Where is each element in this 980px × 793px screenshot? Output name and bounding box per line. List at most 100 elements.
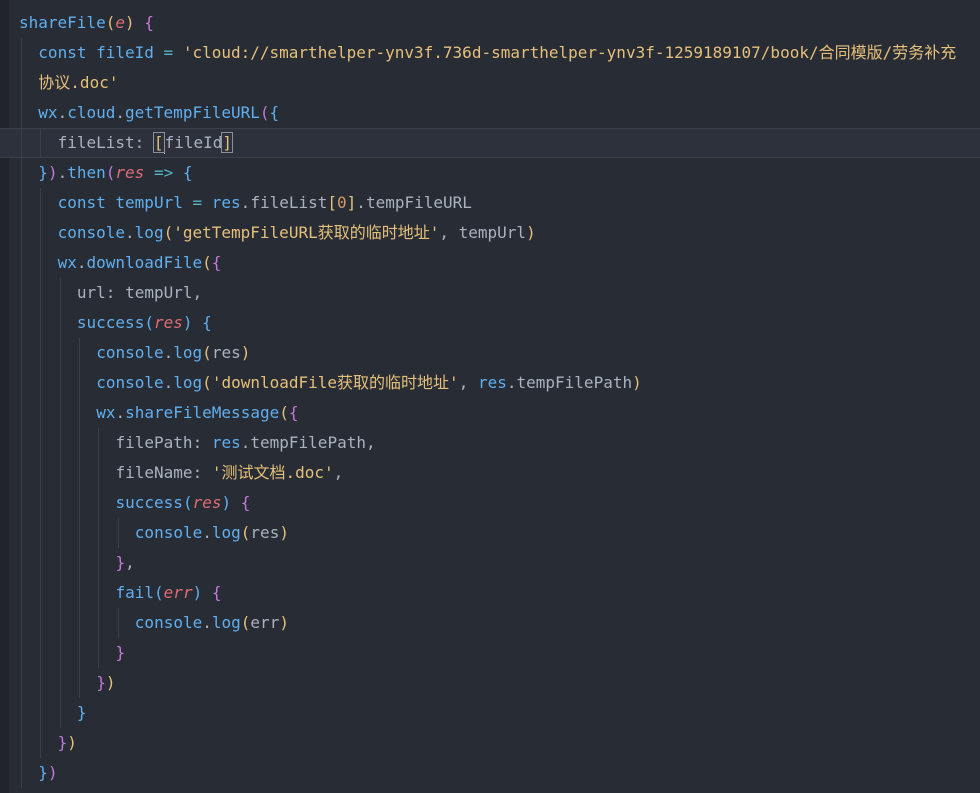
code-line[interactable]: } [0, 698, 980, 728]
code-line-content: } [77, 698, 87, 728]
indent-guide [59, 488, 61, 518]
code-token: ( [105, 163, 116, 182]
indent-guide [21, 488, 22, 518]
code-line[interactable]: fail(err) { [0, 578, 980, 608]
indent-guide [21, 68, 22, 98]
code-token: ( [202, 343, 212, 362]
indent-guide [21, 98, 22, 128]
code-token: console [134, 613, 203, 632]
indent-guide [21, 218, 22, 248]
code-line[interactable]: }) [0, 758, 980, 788]
code-line[interactable]: console.log(res) [0, 338, 980, 368]
code-token: res [192, 493, 222, 512]
indent-guide [117, 608, 119, 638]
code-token: log [173, 343, 203, 362]
indent-guide [78, 608, 80, 638]
code-line-content: }) [96, 668, 115, 698]
code-line[interactable]: }) [0, 728, 980, 758]
indent-guide [40, 608, 42, 638]
code-token: fileList [250, 193, 328, 212]
code-token: ( [154, 583, 164, 602]
code-token: ] [346, 193, 357, 212]
code-token: ( [240, 523, 251, 542]
indent-guide [21, 338, 22, 368]
indent-guide [40, 488, 42, 518]
code-line-content: filePath: res.tempFilePath, [116, 428, 376, 458]
code-line[interactable]: wx.shareFileMessage({ [0, 398, 980, 428]
code-token: ) [182, 313, 193, 332]
code-line-content: fileName: '测试文档.doc', [116, 458, 344, 488]
indent-guide [40, 278, 42, 308]
code-line[interactable]: }, [0, 548, 980, 578]
code-token: { [182, 163, 193, 182]
indent-guide [40, 638, 42, 668]
code-token: then [67, 163, 106, 182]
code-line[interactable]: 协议.doc' [0, 68, 980, 98]
code-line[interactable]: console.log(res) [0, 518, 980, 548]
indent-guide [59, 698, 61, 728]
code-token: , [439, 223, 459, 242]
code-line[interactable]: console.log('downloadFile获取的临时地址', res.t… [0, 368, 980, 398]
code-line-content: wx.shareFileMessage({ [96, 398, 298, 428]
code-line-content: console.log(res) [96, 338, 250, 368]
code-token: log [211, 523, 241, 542]
code-token: res [250, 523, 280, 542]
indent-guide [59, 638, 61, 668]
code-line[interactable]: console.log(err) [0, 608, 980, 638]
code-line[interactable]: success(res) { [0, 308, 980, 338]
code-line[interactable]: url: tempUrl, [0, 278, 980, 308]
code-token: '测试文档.doc' [211, 463, 334, 482]
code-token: fail [115, 583, 155, 602]
code-token: fileId [164, 133, 223, 152]
code-token: ) [105, 673, 116, 692]
code-line[interactable]: }).then(res => { [0, 158, 980, 188]
indent-guide [40, 188, 42, 218]
code-token: : [192, 433, 212, 452]
code-line[interactable]: wx.downloadFile({ [0, 248, 980, 278]
code-token: . [202, 613, 212, 632]
code-line[interactable]: shareFile(e) { [0, 8, 980, 38]
code-token: { [211, 583, 222, 602]
indent-guide [59, 368, 61, 398]
code-token: tempFilePath [250, 433, 366, 452]
code-line[interactable]: fileName: '测试文档.doc', [0, 458, 980, 488]
code-line[interactable]: wx.cloud.getTempFileURL({ [0, 98, 980, 128]
code-token: . [163, 343, 174, 362]
code-line-content: wx.downloadFile({ [58, 248, 222, 278]
code-line[interactable]: }) [0, 668, 980, 698]
code-token: ) [221, 493, 232, 512]
indent-guide [21, 758, 22, 788]
code-token: , [458, 373, 478, 392]
indent-guide [40, 218, 42, 248]
code-token: wx [96, 403, 116, 422]
indent-guide [21, 458, 22, 488]
code-token: tempUrl [115, 193, 183, 212]
code-line-content: shareFile(e) { [19, 8, 154, 38]
code-token: . [240, 433, 251, 452]
code-token: res [211, 343, 241, 362]
indent-guide [78, 668, 80, 698]
code-line[interactable]: } [0, 638, 980, 668]
code-token: wx [38, 103, 58, 122]
code-line-content: fail(err) { [116, 578, 222, 608]
code-line[interactable]: const fileId = 'cloud://smarthelper-ynv3… [0, 38, 980, 68]
code-token: { [240, 493, 251, 512]
indent-guide [98, 608, 100, 638]
code-token: cloud [67, 103, 116, 122]
code-line[interactable]: success(res) { [0, 488, 980, 518]
indent-guide [21, 368, 22, 398]
indent-guide [117, 518, 119, 548]
code-line[interactable]: fileList: [fileId] [0, 128, 980, 158]
code-editor[interactable]: shareFile(e) {const fileId = 'cloud://sm… [0, 0, 980, 793]
code-token: fileId [96, 43, 154, 62]
code-token: } [115, 643, 126, 662]
code-line[interactable]: filePath: res.tempFilePath, [0, 428, 980, 458]
indent-guide [21, 668, 22, 698]
indent-guide [59, 518, 61, 548]
code-line[interactable]: console.log('getTempFileURL获取的临时地址', tem… [0, 218, 980, 248]
code-line[interactable]: const tempUrl = res.fileList[0].tempFile… [0, 188, 980, 218]
code-token: ) [279, 613, 289, 632]
